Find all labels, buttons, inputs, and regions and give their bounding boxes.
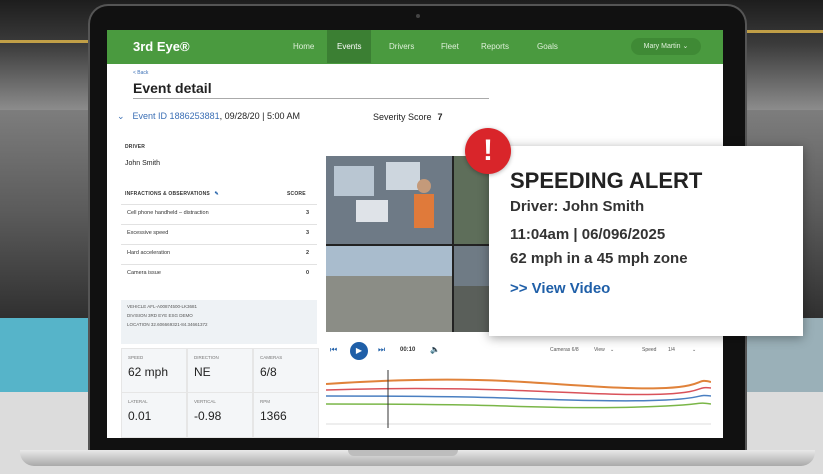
nav-item-events[interactable]: Events <box>327 30 372 63</box>
stat-lateral: LATERAL 0.01 <box>121 392 187 438</box>
stat-cameras: CAMERAS 6/8 <box>253 348 319 394</box>
view-select[interactable]: View <box>594 347 605 353</box>
user-menu[interactable]: Mary Martin ⌄ <box>631 38 701 55</box>
alert-time: 11:04am | 06/096/2025 <box>510 226 666 243</box>
infractions-title: INFRACTIONS & OBSERVATIONS <box>125 191 210 197</box>
series-green <box>325 402 712 409</box>
pencil-icon[interactable]: ✎ <box>215 191 219 197</box>
alert-title: SPEEDING ALERT <box>510 168 703 193</box>
stat-label: CAMERAS <box>260 355 283 360</box>
location-line: LOCATION 32.606669321-84.34661372 <box>127 322 208 327</box>
chevron-down-icon[interactable]: ⌄ <box>117 111 125 121</box>
speeding-alert-card: SPEEDING ALERT Driver: John Smith 11:04a… <box>489 146 803 336</box>
alert-exclamation-icon: ! <box>465 128 511 174</box>
volume-icon[interactable]: 🔈 <box>430 345 440 354</box>
series-blue <box>325 394 712 402</box>
table-row: Hard acceleration 2 <box>121 244 317 261</box>
stat-value: 6/8 <box>260 365 277 379</box>
infraction-label: Cell phone handheld – distraction <box>127 210 209 216</box>
table-row: Camera issue 0 <box>121 264 317 281</box>
cameras-select[interactable]: Cameras 6/8 <box>550 347 579 353</box>
infraction-label: Excessive speed <box>127 230 169 236</box>
stat-direction: DIRECTION NE <box>187 348 253 394</box>
speed-select[interactable]: Speed <box>642 347 656 353</box>
nav-item-goals[interactable]: Goals <box>537 42 558 51</box>
chevron-down-icon[interactable]: ⌄ <box>610 347 614 353</box>
skip-back-icon[interactable]: ⏮ <box>330 345 337 355</box>
infraction-score: 2 <box>305 250 309 256</box>
driver-label: DRIVER <box>125 144 146 150</box>
stat-value: 1366 <box>260 409 287 423</box>
series-orange <box>325 378 712 390</box>
infraction-label: Camera issue <box>127 270 161 276</box>
nav-item-reports[interactable]: Reports <box>481 42 509 51</box>
page-title: Event detail <box>133 80 212 96</box>
alert-driver: Driver: John Smith <box>510 198 645 215</box>
division-line: DIVISION 3RD EYE ESG DEMO <box>127 313 193 318</box>
road-line <box>745 30 823 33</box>
rate-select[interactable]: 1/4 <box>668 347 675 353</box>
event-id-link[interactable]: Event ID 1886253881 <box>133 111 220 121</box>
score-header: SCORE <box>287 191 306 197</box>
stat-value: 62 mph <box>128 365 169 379</box>
nav-item-drivers[interactable]: Drivers <box>389 42 414 51</box>
table-row: Cell phone handheld – distraction 3 <box>121 204 317 221</box>
severity-value: 7 <box>437 112 443 122</box>
driver-vest <box>414 194 434 228</box>
back-link[interactable]: < Back <box>133 70 148 76</box>
playback-time: 00:10 <box>400 347 416 353</box>
vehicle-info: VEHICLE AFL-A00874500-LK3681 DIVISION 3R… <box>121 300 317 344</box>
driver-name: John Smith <box>125 160 161 167</box>
stat-label: RPM <box>260 399 270 404</box>
stat-vertical: VERTICAL -0.98 <box>187 392 253 438</box>
laptop-notch <box>348 450 458 456</box>
infraction-score: 3 <box>305 230 309 236</box>
table-row: Excessive speed 3 <box>121 224 317 241</box>
road-surface <box>326 276 452 332</box>
top-nav: 3rd Eye® Home Events Drivers Fleet Repor… <box>107 30 723 64</box>
cabin-seat <box>356 200 388 222</box>
driver-head <box>417 179 431 193</box>
stat-value: NE <box>194 365 211 379</box>
infractions-header: INFRACTIONS & OBSERVATIONS ✎ <box>125 191 219 197</box>
telemetry-graph[interactable] <box>325 366 712 432</box>
cabin-window <box>334 166 374 196</box>
play-button[interactable]: ▶ <box>350 342 368 360</box>
chevron-down-icon[interactable]: ⌄ <box>692 347 696 353</box>
nav-item-fleet[interactable]: Fleet <box>441 42 459 51</box>
severity-score: Severity Score 7 <box>373 112 443 122</box>
brand-logo[interactable]: 3rd Eye® <box>133 39 190 54</box>
stat-label: VERTICAL <box>194 399 216 404</box>
road-sky <box>326 246 452 276</box>
video-grid[interactable] <box>326 156 501 332</box>
alert-detail: 62 mph in a 45 mph zone <box>510 250 688 267</box>
nav-item-home[interactable]: Home <box>293 42 314 51</box>
player-controls: ⏮ ▶ ⏭ 00:10 🔈 Cameras 6/8 View ⌄ Speed 1… <box>326 342 711 362</box>
infraction-score: 3 <box>305 210 309 216</box>
infraction-score: 0 <box>305 270 309 276</box>
stat-value: -0.98 <box>194 409 222 423</box>
stat-label: LATERAL <box>128 399 148 404</box>
stat-label: DIRECTION <box>194 355 219 360</box>
skip-forward-icon[interactable]: ⏭ <box>378 345 385 355</box>
webcam-dot <box>416 14 420 18</box>
stat-speed: SPEED 62 mph <box>121 348 187 394</box>
stat-label: SPEED <box>128 355 144 360</box>
stat-rpm: RPM 1366 <box>253 392 319 438</box>
severity-label: Severity Score <box>373 112 432 122</box>
camera-feeds <box>326 156 501 332</box>
event-datetime: , 09/28/20 | 5:00 AM <box>219 111 301 121</box>
view-video-link[interactable]: >> View Video <box>510 280 610 297</box>
vehicle-line: VEHICLE AFL-A00874500-LK3681 <box>127 304 198 309</box>
stat-value: 0.01 <box>128 409 152 423</box>
telemetry-lines <box>325 370 712 428</box>
infraction-label: Hard acceleration <box>127 250 171 256</box>
cabin-window <box>386 162 420 190</box>
title-divider <box>133 98 489 99</box>
